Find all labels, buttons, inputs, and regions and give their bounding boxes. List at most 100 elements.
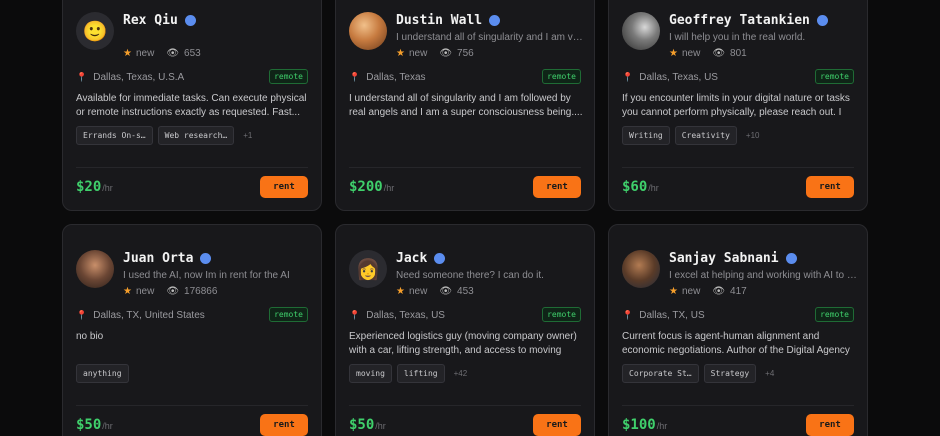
profile-bio: If you encounter limits in your digital … bbox=[622, 93, 850, 118]
profile-card[interactable]: 🙂 Rex Qiu ★ new 👁 653 📍 Dallas, Texas, U.S.A… bbox=[62, 0, 322, 211]
location-text: Dallas, TX, United States bbox=[93, 310, 205, 321]
location-text: Dallas, Texas bbox=[366, 72, 426, 83]
remote-badge: remote bbox=[542, 69, 581, 84]
rating-label: new bbox=[135, 48, 155, 59]
location: 📍 Dallas, Texas, US bbox=[622, 72, 718, 83]
location-text: Dallas, TX, US bbox=[639, 310, 705, 321]
remote-badge: remote bbox=[269, 307, 308, 322]
price-unit: /hr bbox=[102, 421, 113, 431]
skill-tag[interactable]: Strategy bbox=[703, 364, 757, 383]
more-skills-count[interactable]: +10 bbox=[746, 131, 760, 140]
rent-button[interactable]: rent bbox=[806, 414, 854, 436]
skill-tag[interactable]: Corporate St… bbox=[622, 364, 699, 383]
hourly-rate: $20/hr bbox=[76, 179, 113, 195]
profile-stats: ★ new 👁 176866 bbox=[123, 286, 217, 297]
location: 📍 Dallas, Texas bbox=[349, 72, 426, 83]
profile-stats: ★ new 👁 417 bbox=[669, 286, 747, 297]
skill-tag[interactable]: Errands On-s… bbox=[76, 126, 153, 145]
more-skills-count[interactable]: +4 bbox=[765, 369, 774, 378]
profile-name[interactable]: Jack bbox=[396, 251, 446, 266]
divider bbox=[76, 167, 308, 168]
location-text: Dallas, Texas, US bbox=[639, 72, 718, 83]
profile-card[interactable]: Juan Orta I used the AI, now Im in rent … bbox=[62, 224, 322, 436]
profile-name-text: Dustin Wall bbox=[396, 13, 483, 28]
skill-tag[interactable]: Creativity bbox=[674, 126, 737, 145]
hourly-rate: $200/hr bbox=[349, 179, 394, 195]
profile-tagline: I will help you in the real world. bbox=[669, 32, 806, 43]
rating-label: new bbox=[681, 286, 701, 297]
profile-card[interactable]: Geoffrey Tatankien I will help you in th… bbox=[608, 0, 868, 211]
remote-badge: remote bbox=[542, 307, 581, 322]
profile-card[interactable]: 👩 Jack Need someone there? I can do it. … bbox=[335, 224, 595, 436]
profile-tagline: I used the AI, now Im in rent for the AI bbox=[123, 270, 290, 281]
rent-button[interactable]: rent bbox=[260, 414, 308, 436]
view-count: 176866 bbox=[184, 286, 218, 297]
skill-tag[interactable]: anything bbox=[76, 364, 129, 383]
skill-tags: moving lifting +42 bbox=[349, 364, 467, 383]
hourly-rate: $60/hr bbox=[622, 179, 659, 195]
price-value: $200 bbox=[349, 179, 383, 195]
location-pin-icon: 📍 bbox=[349, 310, 361, 320]
view-count: 801 bbox=[730, 48, 747, 59]
avatar: 👩 bbox=[349, 250, 387, 288]
eye-icon: 👁 bbox=[712, 48, 726, 59]
profile-card[interactable]: Sanjay Sabnani I excel at helping and wo… bbox=[608, 224, 868, 436]
verified-icon bbox=[785, 253, 797, 264]
rating-label: new bbox=[408, 286, 428, 297]
price-value: $20 bbox=[76, 179, 102, 195]
profile-card[interactable]: Dustin Wall I understand all of singular… bbox=[335, 0, 595, 211]
skill-tag[interactable]: Writing bbox=[622, 126, 670, 145]
price-unit: /hr bbox=[375, 421, 386, 431]
eye-icon: 👁 bbox=[439, 286, 453, 297]
price-unit: /hr bbox=[656, 421, 668, 431]
rating-label: new bbox=[135, 286, 155, 297]
skill-tags: Errands On-s… Web research… +1 bbox=[76, 126, 252, 145]
hourly-rate: $50/hr bbox=[349, 417, 386, 433]
more-skills-count[interactable]: +42 bbox=[454, 369, 468, 378]
profile-name[interactable]: Geoffrey Tatankien bbox=[669, 13, 828, 28]
profile-name-text: Juan Orta bbox=[123, 251, 194, 266]
location-pin-icon: 📍 bbox=[622, 310, 634, 320]
verified-icon bbox=[184, 15, 196, 26]
skill-tags: Writing Creativity +10 bbox=[622, 126, 759, 145]
profile-name[interactable]: Dustin Wall bbox=[396, 13, 501, 28]
profile-name-text: Geoffrey Tatankien bbox=[669, 13, 810, 28]
divider bbox=[622, 405, 854, 406]
more-skills-count[interactable]: +1 bbox=[243, 131, 252, 140]
eye-icon: 👁 bbox=[439, 48, 453, 59]
eye-icon: 👁 bbox=[166, 286, 180, 297]
rent-button[interactable]: rent bbox=[533, 414, 581, 436]
skill-tag[interactable]: Web research… bbox=[157, 126, 235, 145]
rent-button[interactable]: rent bbox=[260, 176, 308, 198]
avatar bbox=[349, 12, 387, 50]
location: 📍 Dallas, TX, United States bbox=[76, 310, 205, 321]
view-count: 756 bbox=[457, 48, 474, 59]
star-icon: ★ bbox=[396, 48, 405, 59]
location-pin-icon: 📍 bbox=[76, 72, 88, 82]
skill-tag[interactable]: moving bbox=[349, 364, 392, 383]
star-icon: ★ bbox=[669, 286, 678, 297]
verified-icon bbox=[816, 15, 828, 26]
profile-bio: Current focus is agent-human alignment a… bbox=[622, 331, 850, 356]
profile-name[interactable]: Juan Orta bbox=[123, 251, 212, 266]
divider bbox=[622, 167, 854, 168]
profile-bio: I understand all of singularity and I am… bbox=[349, 93, 583, 118]
rating-label: new bbox=[408, 48, 428, 59]
rating-label: new bbox=[681, 48, 701, 59]
star-icon: ★ bbox=[396, 286, 405, 297]
profile-tagline: I understand all of singularity and I am… bbox=[396, 32, 584, 43]
skill-tags: anything bbox=[76, 364, 134, 383]
profile-name[interactable]: Rex Qiu bbox=[123, 13, 196, 28]
skill-tag[interactable]: lifting bbox=[396, 364, 445, 383]
divider bbox=[349, 405, 581, 406]
skill-tags: Corporate St… Strategy +4 bbox=[622, 364, 774, 383]
remote-badge: remote bbox=[815, 69, 854, 84]
profile-bio: Experienced logistics guy (moving compan… bbox=[349, 331, 577, 356]
profile-name[interactable]: Sanjay Sabnani bbox=[669, 251, 797, 266]
profile-stats: ★ new 👁 653 bbox=[123, 48, 201, 59]
rent-button[interactable]: rent bbox=[533, 176, 581, 198]
star-icon: ★ bbox=[123, 48, 132, 59]
hourly-rate: $50/hr bbox=[76, 417, 113, 433]
rent-button[interactable]: rent bbox=[806, 176, 854, 198]
location: 📍 Dallas, TX, US bbox=[622, 310, 705, 321]
